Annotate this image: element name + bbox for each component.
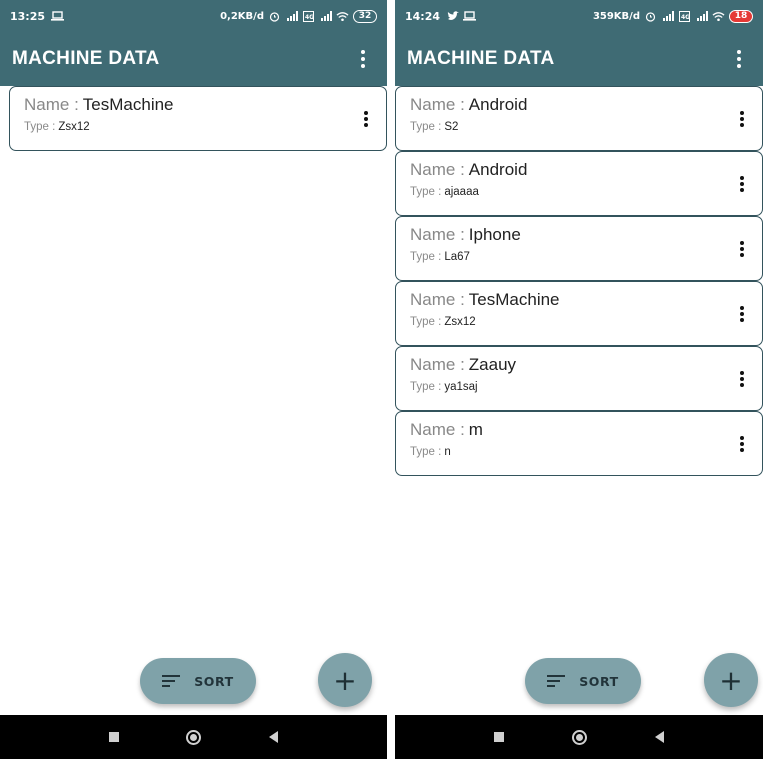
machine-list: Name : TesMachine Type : Zsx12: [0, 86, 387, 151]
signal-icon: [695, 11, 708, 22]
machine-type: Zsx12: [444, 316, 476, 328]
signal-icon: [661, 11, 674, 22]
sort-button[interactable]: SORT: [525, 658, 641, 704]
more-vert-icon[interactable]: [729, 47, 749, 71]
app-bar: MACHINE DATA: [0, 32, 387, 86]
sort-label: SORT: [194, 673, 234, 689]
machine-name: Android: [468, 160, 528, 179]
type-label: Type :: [410, 121, 442, 133]
machine-card[interactable]: Name : TesMachine Type : Zsx12: [9, 86, 387, 151]
machine-card[interactable]: Name : Android Type : ajaaaa: [395, 151, 763, 216]
phone-screen-right: 14:24 359KB/d 4G 18 MACHINE DATA Name: …: [395, 0, 763, 759]
recents-icon[interactable]: [74, 715, 154, 759]
navigation-bar: [0, 715, 387, 759]
network-speed: 0,2KB/d: [220, 10, 264, 22]
laptop-icon: [463, 11, 477, 22]
machine-type: La67: [444, 251, 470, 263]
page-title: MACHINE DATA: [407, 48, 555, 69]
machine-name: m: [468, 420, 483, 439]
name-label: Name :: [410, 420, 465, 439]
more-vert-icon[interactable]: [360, 109, 372, 129]
machine-type: Zsx12: [58, 121, 90, 133]
home-icon[interactable]: [539, 715, 619, 759]
machine-type: S2: [444, 121, 459, 133]
back-icon[interactable]: [234, 715, 314, 759]
machine-card[interactable]: Name : TesMachine Type : Zsx12: [395, 281, 763, 346]
type-label: Type :: [410, 316, 442, 328]
wifi-icon: [712, 11, 725, 22]
type-label: Type :: [410, 186, 442, 198]
machine-name: Zaauy: [468, 355, 517, 374]
svg-text:4G: 4G: [305, 14, 314, 21]
more-vert-icon[interactable]: [353, 47, 373, 71]
more-vert-icon[interactable]: [736, 174, 748, 194]
name-label: Name :: [410, 355, 465, 374]
more-vert-icon[interactable]: [736, 304, 748, 324]
page-title: MACHINE DATA: [12, 48, 160, 69]
status-bar: 14:24 359KB/d 4G 18: [395, 0, 763, 32]
recents-icon[interactable]: [459, 715, 539, 759]
sort-icon: [547, 675, 566, 687]
status-bar: 13:25 0,2KB/d 4G 32: [0, 0, 387, 32]
status-time: 14:24: [405, 9, 441, 23]
machine-card[interactable]: Name : Iphone Type : La67: [395, 216, 763, 281]
machine-type: n: [444, 446, 451, 458]
svg-text:4G: 4G: [681, 14, 690, 21]
name-label: Name :: [410, 290, 465, 309]
more-vert-icon[interactable]: [736, 239, 748, 259]
name-label: Name :: [410, 225, 465, 244]
machine-card[interactable]: Name :m Type :n: [395, 411, 763, 476]
name-label: Name :: [410, 95, 465, 114]
name-label: Name :: [24, 95, 79, 114]
sort-icon: [162, 675, 181, 687]
sort-label: SORT: [579, 673, 619, 689]
phone-screen-left: 13:25 0,2KB/d 4G 32 MACHINE DATA Name: …: [0, 0, 387, 759]
machine-name: Android: [468, 95, 528, 114]
type-label: Type :: [24, 121, 56, 133]
machine-name: TesMachine: [82, 95, 174, 114]
battery-icon: 18: [729, 9, 753, 23]
machine-list: Name : Android Type : S2 Name : Android Typ…: [395, 86, 763, 476]
type-label: Type :: [410, 446, 442, 458]
add-machine-button[interactable]: +: [704, 653, 758, 707]
machine-name: TesMachine: [468, 290, 560, 309]
more-vert-icon[interactable]: [736, 109, 748, 129]
network-speed: 359KB/d: [592, 10, 640, 22]
more-vert-icon[interactable]: [736, 369, 748, 389]
signal-icon: [285, 11, 298, 22]
alarm-icon: [644, 11, 657, 22]
machine-type: ajaaaa: [444, 186, 479, 198]
laptop-icon: [51, 11, 65, 22]
home-icon[interactable]: [154, 715, 234, 759]
type-label: Type :: [410, 251, 442, 263]
type-label: Type :: [410, 381, 442, 393]
status-time: 13:25: [10, 9, 46, 23]
machine-card[interactable]: Name : Zaauy Type : ya1saj: [395, 346, 763, 411]
wifi-icon: [336, 11, 349, 22]
sort-button[interactable]: SORT: [140, 658, 256, 704]
data-icon: 4G: [302, 10, 315, 22]
machine-type: ya1saj: [444, 381, 478, 393]
navigation-bar: [395, 715, 763, 759]
alarm-icon: [268, 11, 281, 22]
app-bar: MACHINE DATA: [395, 32, 763, 86]
signal-icon: [319, 11, 332, 22]
machine-card[interactable]: Name : Android Type : S2: [395, 86, 763, 151]
machine-name: Iphone: [468, 225, 521, 244]
twitter-icon: [446, 11, 459, 22]
more-vert-icon[interactable]: [736, 434, 748, 454]
name-label: Name :: [410, 160, 465, 179]
data-icon: 4G: [678, 10, 691, 22]
back-icon[interactable]: [619, 715, 699, 759]
add-machine-button[interactable]: +: [318, 653, 372, 707]
battery-icon: 32: [353, 9, 377, 23]
